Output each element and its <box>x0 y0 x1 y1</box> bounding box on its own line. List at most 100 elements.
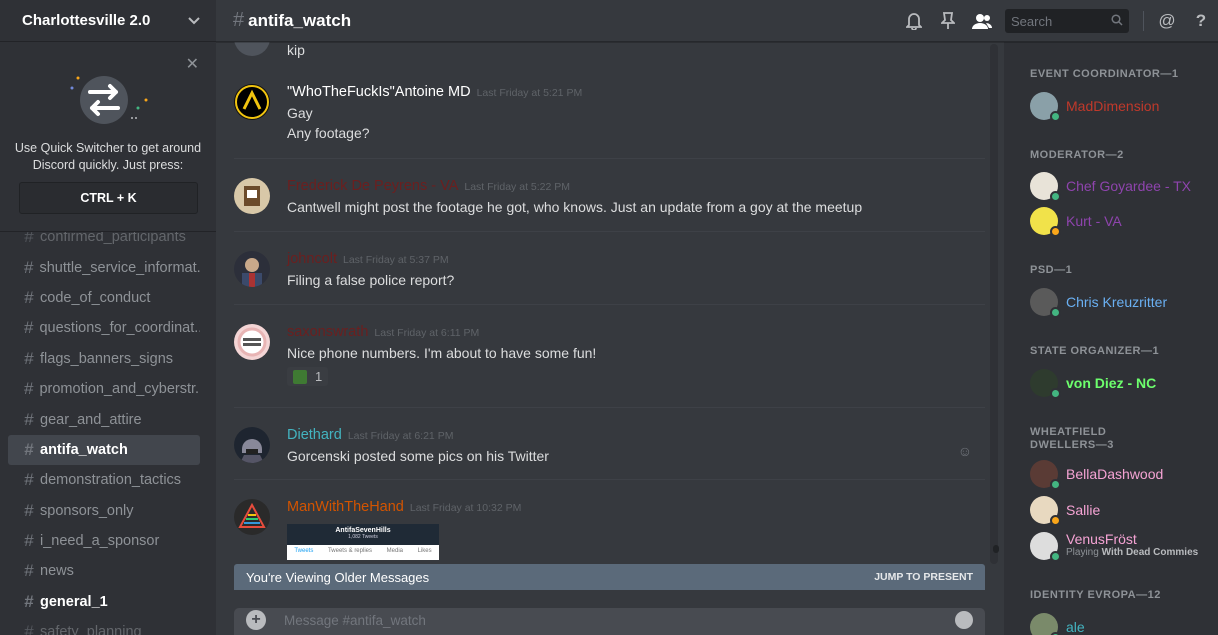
channel-item[interactable]: # general_1 <box>8 587 200 617</box>
message-author[interactable]: johncolt <box>287 251 337 267</box>
member-item[interactable]: Chef Goyardee - TX <box>1030 170 1216 202</box>
channel-title: # antifa_watch <box>233 9 351 32</box>
message-scrollbar[interactable] <box>990 44 998 564</box>
message-timestamp: Last Friday at 5:22 PM <box>464 181 571 193</box>
message-author[interactable]: Diethard <box>287 427 342 443</box>
channel-item[interactable]: # sponsors_only <box>8 496 200 526</box>
channel-item[interactable]: # flags_banners_signs <box>8 344 200 374</box>
member-activity: Playing With Dead Commies <box>1066 546 1198 560</box>
member-item[interactable]: MadDimension <box>1030 90 1216 122</box>
role-header: MODERATOR—2 <box>1030 149 1124 161</box>
message-text: Cantwell might post the footage he got, … <box>287 199 863 215</box>
emoji-picker-icon[interactable] <box>955 611 973 629</box>
member-item[interactable]: BellaDashwood <box>1030 458 1216 490</box>
member-item[interactable]: ale <box>1030 611 1216 635</box>
avatar[interactable] <box>234 84 270 120</box>
avatar[interactable] <box>234 178 270 214</box>
channel-item[interactable]: # safety_planning <box>8 617 200 635</box>
avatar[interactable] <box>234 42 270 56</box>
channel-label: safety_planning <box>40 624 142 635</box>
avatar <box>1030 369 1061 399</box>
avatar[interactable] <box>234 499 270 535</box>
bell-icon[interactable] <box>897 0 931 42</box>
message-timestamp: Last Friday at 6:11 PM <box>374 327 480 339</box>
message-divider <box>234 407 985 408</box>
member-name: BellaDashwood <box>1066 466 1164 482</box>
member-name: VenusFröst <box>1066 531 1137 547</box>
message-author[interactable]: Frederick De Peyrens - VA <box>287 178 458 194</box>
channel-item[interactable]: # antifa_watch <box>8 434 200 466</box>
channel-item[interactable]: # demonstration_tactics <box>8 465 200 495</box>
search-icon <box>1111 13 1123 29</box>
channel-item[interactable]: # promotion_and_cyberstr... <box>8 374 200 404</box>
avatar[interactable] <box>234 427 270 463</box>
status-online-icon <box>1050 551 1061 562</box>
message-input-placeholder: Message #antifa_watch <box>284 612 426 628</box>
channel-label: shuttle_service_informat... <box>39 259 200 276</box>
pin-icon[interactable] <box>931 0 965 42</box>
scroll-thumb[interactable] <box>993 545 999 553</box>
search-input[interactable]: Search <box>1005 9 1129 33</box>
avatar[interactable] <box>234 251 270 287</box>
channel-item[interactable]: # i_need_a_sponsor <box>8 526 200 556</box>
role-header: WHEATFIELD DWELLERS—3 <box>1030 426 1114 451</box>
jump-to-present-button[interactable]: JUMP TO PRESENT <box>874 571 973 583</box>
channel-item[interactable]: # gear_and_attire <box>8 404 200 434</box>
hash-icon: # <box>24 379 34 399</box>
message-text: Gay <box>287 105 313 121</box>
avatar <box>1030 288 1061 318</box>
channel-item[interactable]: # news <box>8 556 200 586</box>
message-author[interactable]: ManWithTheHand <box>287 499 404 515</box>
embed-title: AntifaSevenHills <box>335 527 391 534</box>
message-divider <box>234 231 985 232</box>
avatar <box>1030 460 1061 490</box>
upload-plus-icon[interactable]: + <box>246 610 266 630</box>
member-name: ale <box>1066 619 1085 635</box>
member-item[interactable]: von Diez - NC <box>1030 367 1216 399</box>
member-item[interactable]: Kurt - VA <box>1030 205 1216 237</box>
help-icon[interactable]: ? <box>1184 0 1218 42</box>
message-text: Gorcenski posted some pics on his Twitte… <box>287 448 549 464</box>
quick-switcher-icon <box>70 76 148 124</box>
hash-icon: # <box>24 591 34 611</box>
hash-icon: # <box>24 531 34 551</box>
channel-list: # confirmed_participants # shuttle_service_… <box>0 222 216 635</box>
message-author[interactable]: saxonswrath <box>287 324 368 340</box>
quick-switcher-shortcut[interactable]: CTRL + K <box>19 182 198 214</box>
add-reaction-icon[interactable]: ☺ <box>958 443 972 459</box>
reaction[interactable]: 1 <box>287 367 329 386</box>
server-header[interactable]: Charlottesville 2.0 <box>0 0 216 42</box>
avatar <box>1030 172 1061 202</box>
avatar[interactable] <box>234 324 270 360</box>
role-header: PSD—1 <box>1030 264 1073 276</box>
status-idle-icon <box>1050 226 1061 237</box>
message-text: Filing a false police report? <box>287 272 455 288</box>
member-item[interactable]: Sallie <box>1030 494 1216 526</box>
frog-emoji-icon <box>293 369 307 384</box>
channel-item[interactable]: # shuttle_service_informat... <box>8 252 200 282</box>
channel-label: sponsors_only <box>40 502 134 519</box>
hash-icon: # <box>24 409 34 429</box>
channel-label: gear_and_attire <box>40 411 142 428</box>
member-item[interactable]: VenusFröst Playing With Dead Commies <box>1030 530 1216 562</box>
channel-label: code_of_conduct <box>40 289 151 306</box>
avatar <box>1030 496 1061 526</box>
avatar <box>1030 613 1061 635</box>
status-idle-icon <box>1050 515 1061 526</box>
mention-icon[interactable]: @ <box>1150 0 1184 42</box>
activity-prefix: Playing <box>1066 547 1099 558</box>
message-composer[interactable]: + Message #antifa_watch <box>234 608 985 635</box>
channel-item[interactable]: # questions_for_coordinat... <box>8 313 200 343</box>
member-list-icon[interactable] <box>965 0 999 42</box>
member-item[interactable]: Chris Kreuzritter <box>1030 286 1216 318</box>
hash-icon: # <box>24 287 34 307</box>
chevron-down-icon[interactable] <box>188 13 200 28</box>
channel-item[interactable]: # code_of_conduct <box>8 283 200 313</box>
avatar <box>1030 92 1061 122</box>
attached-image[interactable]: AntifaSevenHills 1,082 Tweets Tweets Twe… <box>287 524 439 560</box>
message-timestamp: Last Friday at 6:21 PM <box>347 430 454 442</box>
close-icon[interactable]: ✕ <box>186 54 199 74</box>
message-author[interactable]: "WhoTheFuckIs"Antoine MD <box>287 84 471 100</box>
hash-icon: # <box>24 622 34 635</box>
message-text: Any footage? <box>287 125 370 141</box>
